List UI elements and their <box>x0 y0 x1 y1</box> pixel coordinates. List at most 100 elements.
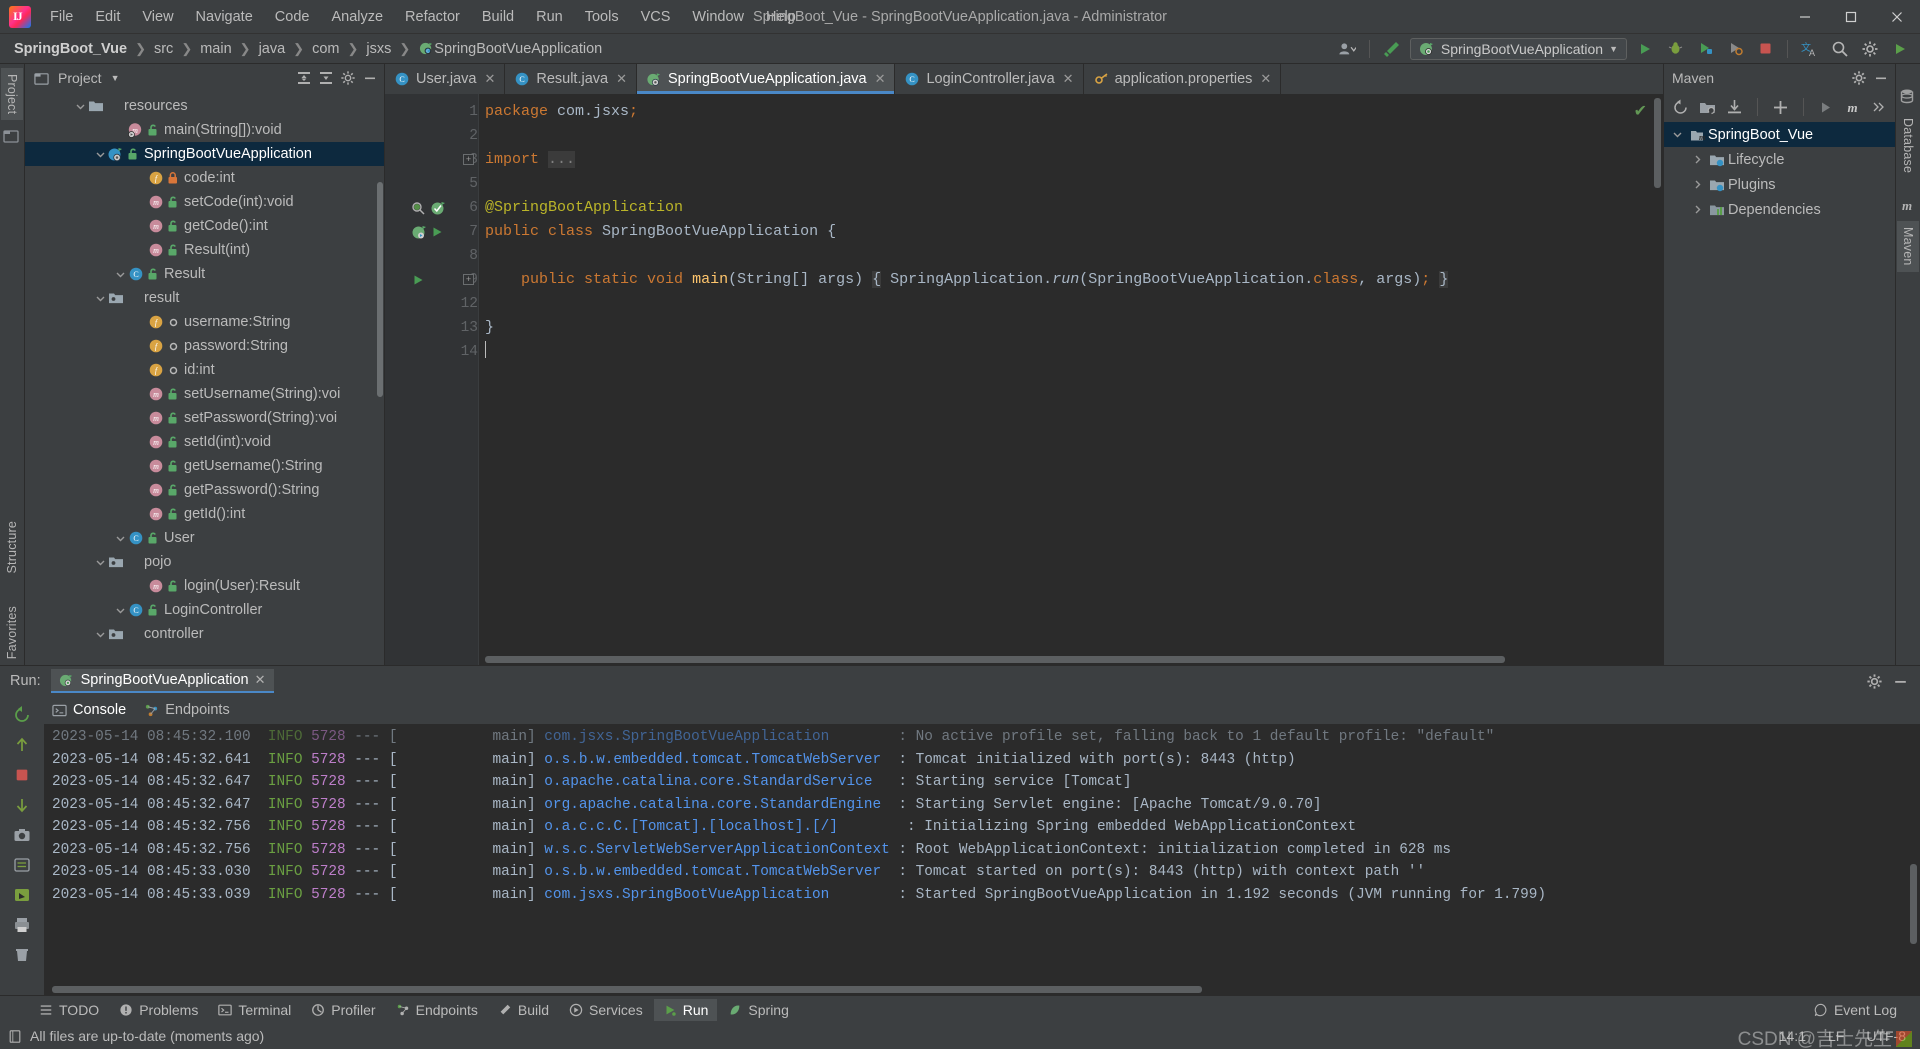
toolwindow-button-build[interactable]: Build <box>489 999 558 1021</box>
gutter-markers[interactable] <box>411 268 425 292</box>
close-icon[interactable]: ✕ <box>484 71 495 87</box>
chevron-down-icon[interactable] <box>1670 128 1684 142</box>
breadcrumb-project[interactable]: SpringBoot_Vue <box>10 40 131 58</box>
close-button[interactable] <box>1874 0 1920 34</box>
maven-tree-row[interactable]: mSpringBoot_Vue <box>1664 122 1895 147</box>
maven-tree-row[interactable]: Dependencies <box>1664 197 1895 222</box>
project-tree-row[interactable]: fcode:int <box>25 166 384 190</box>
project-tree-scrollbar[interactable] <box>377 182 383 397</box>
chevron-down-icon[interactable]: ▼ <box>1609 44 1618 54</box>
menu-bar[interactable]: File Edit View Navigate Code Analyze Ref… <box>39 0 807 33</box>
editor-tab-bar[interactable]: CUser.java✕CResult.java✕SpringBootVueApp… <box>385 64 1663 94</box>
download-sources-icon[interactable] <box>1726 98 1743 116</box>
scroll-down-icon[interactable] <box>11 794 33 816</box>
gutter-line[interactable]: 3+ <box>385 148 478 172</box>
menu-analyze[interactable]: Analyze <box>320 6 394 28</box>
chevron-right-icon[interactable] <box>1690 178 1704 192</box>
gutter-markers[interactable] <box>411 196 446 220</box>
clear-all-icon[interactable] <box>11 944 33 966</box>
chevron-down-icon[interactable] <box>113 267 127 281</box>
translate-icon[interactable]: 文A <box>1798 38 1822 60</box>
gutter-line[interactable]: 13 <box>385 316 478 340</box>
console-vertical-scrollbar[interactable] <box>1910 864 1917 944</box>
project-tree-row[interactable]: CLoginController <box>25 598 384 622</box>
toolwindow-button-problems[interactable]: Problems <box>110 999 207 1021</box>
editor-tab[interactable]: CResult.java✕ <box>505 64 637 94</box>
project-tree-row[interactable]: fpassword:String <box>25 334 384 358</box>
project-tree-row[interactable]: controller <box>25 622 384 646</box>
spring-bean-icon[interactable] <box>411 224 427 240</box>
sidebar-item-maven[interactable]: Maven <box>1897 221 1919 272</box>
minimize-button[interactable] <box>1782 0 1828 34</box>
editor-vertical-scrollbar[interactable] <box>1654 98 1661 188</box>
run-icon[interactable] <box>411 273 425 287</box>
menu-run[interactable]: Run <box>525 6 574 28</box>
search-icon[interactable] <box>1828 38 1852 60</box>
menu-window[interactable]: Window <box>681 6 755 28</box>
toolwindow-button-terminal[interactable]: Terminal <box>209 999 300 1021</box>
tab-console[interactable]: Console <box>52 702 126 718</box>
close-icon[interactable]: ✕ <box>616 71 627 87</box>
menu-tools[interactable]: Tools <box>574 6 630 28</box>
menu-build[interactable]: Build <box>471 6 525 28</box>
chevron-down-icon[interactable] <box>73 99 87 113</box>
run-icon[interactable] <box>430 225 444 239</box>
project-tree-row[interactable]: fusername:String <box>25 310 384 334</box>
rerun-icon[interactable] <box>11 704 33 726</box>
reload-icon[interactable] <box>1672 98 1689 116</box>
project-tree-row[interactable]: mgetUsername():String <box>25 454 384 478</box>
maven-tree-row[interactable]: Lifecycle <box>1664 147 1895 172</box>
settings-gear-icon[interactable] <box>1858 38 1882 60</box>
editor-tab[interactable]: CLoginController.java✕ <box>895 64 1083 94</box>
chevron-down-icon[interactable] <box>93 627 107 641</box>
console-output[interactable]: 2023-05-14 08:45:32.100 INFO 5728 --- [ … <box>44 724 1920 995</box>
add-maven-project-icon[interactable] <box>1699 98 1716 116</box>
project-tree-row[interactable]: CUser <box>25 526 384 550</box>
chevron-down-icon[interactable] <box>93 555 107 569</box>
collapse-all-icon[interactable] <box>316 68 336 88</box>
breadcrumb-main[interactable]: main <box>196 40 235 58</box>
project-tree-row[interactable]: mgetPassword():String <box>25 478 384 502</box>
run-settings-gear-icon[interactable] <box>1864 671 1884 691</box>
chevron-down-icon[interactable] <box>113 603 127 617</box>
code-content[interactable]: package com.jsxs; import ... @SpringBoot… <box>479 94 1663 665</box>
usage-search-icon[interactable] <box>411 200 427 216</box>
scroll-up-icon[interactable] <box>11 734 33 756</box>
toolwindow-button-todo[interactable]: TODO <box>30 999 108 1021</box>
project-tree-row[interactable]: mgetId():int <box>25 502 384 526</box>
project-tree-row[interactable]: mlogin(User):Result <box>25 574 384 598</box>
add-icon[interactable] <box>1772 98 1789 116</box>
chevrons-icon[interactable] <box>1871 98 1887 116</box>
project-tree-row[interactable]: msetUsername(String):voi <box>25 382 384 406</box>
build-hammer-icon[interactable] <box>1380 38 1404 60</box>
toolwindow-button-profiler[interactable]: Profiler <box>302 999 384 1021</box>
maven-settings-gear-icon[interactable] <box>1849 68 1869 88</box>
maximize-button[interactable] <box>1828 0 1874 34</box>
project-tree-row[interactable]: mResult(int) <box>25 238 384 262</box>
breadcrumb-java[interactable]: java <box>255 40 290 58</box>
inspection-ok-icon[interactable]: ✔ <box>1634 101 1647 121</box>
print-icon[interactable] <box>11 914 33 936</box>
close-icon[interactable]: ✕ <box>1063 71 1074 87</box>
stop-icon[interactable] <box>11 764 33 786</box>
toolwindow-button-services[interactable]: Services <box>560 999 652 1021</box>
tab-endpoints[interactable]: Endpoints <box>144 702 230 718</box>
breadcrumb-src[interactable]: src <box>150 40 177 58</box>
profiler-icon[interactable] <box>1723 38 1747 60</box>
project-tree-row[interactable]: msetPassword(String):voi <box>25 406 384 430</box>
toolwindow-button-endpoints[interactable]: Endpoints <box>387 999 487 1021</box>
project-tree-row[interactable]: CResult <box>25 262 384 286</box>
gutter-markers[interactable] <box>411 220 444 244</box>
editor-tab[interactable]: SpringBootVueApplication.java✕ <box>637 64 895 94</box>
gutter-line[interactable]: 2 <box>385 124 478 148</box>
project-tree-row[interactable]: resources <box>25 94 384 118</box>
run-hide-panel-icon[interactable] <box>1890 671 1910 691</box>
tool-window-bar[interactable]: TODOProblemsTerminalProfilerEndpointsBui… <box>0 995 1920 1023</box>
sidebar-item-structure[interactable]: Structure <box>1 515 23 580</box>
spring-bean-icon[interactable] <box>430 200 446 216</box>
menu-help[interactable]: Help <box>755 6 807 28</box>
gutter-line[interactable]: 1 <box>385 100 478 124</box>
run-configuration-tab[interactable]: SpringBootVueApplication ✕ <box>51 669 274 693</box>
menu-view[interactable]: View <box>131 6 184 28</box>
gutter-line[interactable]: 8 <box>385 244 478 268</box>
